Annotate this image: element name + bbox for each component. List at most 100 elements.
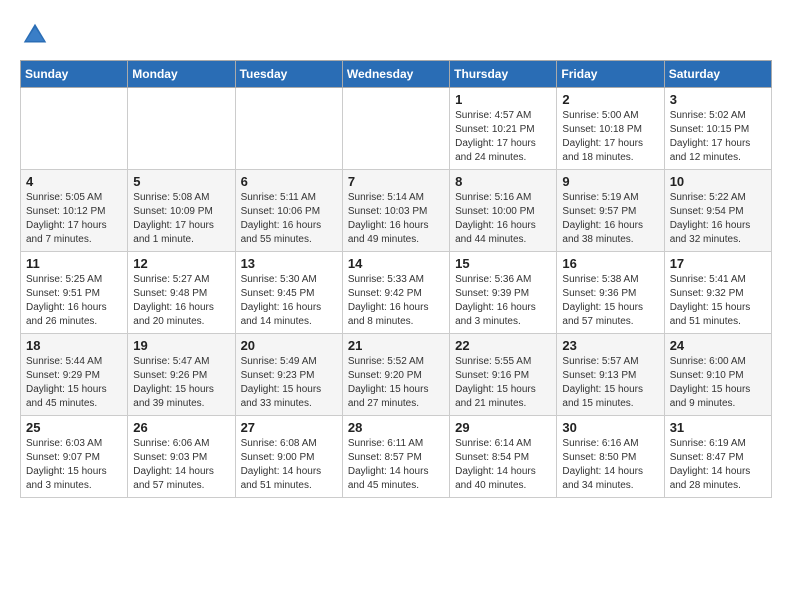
calendar-cell: 4 Sunrise: 5:05 AM Sunset: 10:12 PM Dayli… <box>21 170 128 252</box>
weekday-header-thursday: Thursday <box>450 61 557 88</box>
day-number: 25 <box>26 420 122 435</box>
day-info: Sunrise: 5:30 AM Sunset: 9:45 PM Dayligh… <box>241 273 337 329</box>
calendar-cell: 25 Sunrise: 6:03 AM Sunset: 9:07 PM Dayli… <box>21 416 128 498</box>
calendar-cell: 18Sunrise: 5:44 AM Sunset: 9:29 PM Dayli… <box>21 334 128 416</box>
calendar-cell: 21Sunrise: 5:52 AM Sunset: 9:20 PM Dayli… <box>342 334 449 416</box>
calendar-week-2: 11Sunrise: 5:25 AM Sunset: 9:51 PM Dayli… <box>21 252 772 334</box>
weekday-header-tuesday: Tuesday <box>235 61 342 88</box>
calendar-cell: 11Sunrise: 5:25 AM Sunset: 9:51 PM Dayli… <box>21 252 128 334</box>
calendar-cell: 20 Sunrise: 5:49 AM Sunset: 9:23 PM Dayli… <box>235 334 342 416</box>
day-number: 29 <box>455 420 551 435</box>
weekday-header-sunday: Sunday <box>21 61 128 88</box>
weekday-header-friday: Friday <box>557 61 664 88</box>
day-number: 21 <box>348 338 444 353</box>
day-info: Sunrise: 5:36 AM Sunset: 9:39 PM Dayligh… <box>455 273 551 329</box>
day-info: Sunrise: 5:47 AM Sunset: 9:26 PM Dayligh… <box>133 355 229 411</box>
logo-icon <box>20 20 50 50</box>
calendar-cell: 19Sunrise: 5:47 AM Sunset: 9:26 PM Dayli… <box>128 334 235 416</box>
day-number: 6 <box>241 174 337 189</box>
day-number: 12 <box>133 256 229 271</box>
day-info: Sunrise: 5:00 AM Sunset: 10:18 PM Daylig… <box>562 109 658 165</box>
day-info: Sunrise: 5:44 AM Sunset: 9:29 PM Dayligh… <box>26 355 122 411</box>
day-info: Sunrise: 5:22 AM Sunset: 9:54 PM Dayligh… <box>670 191 766 247</box>
day-info: Sunrise: 6:11 AM Sunset: 8:57 PM Dayligh… <box>348 437 444 493</box>
day-number: 15 <box>455 256 551 271</box>
calendar-cell: 29Sunrise: 6:14 AM Sunset: 8:54 PM Dayli… <box>450 416 557 498</box>
day-number: 13 <box>241 256 337 271</box>
calendar-cell: 28 Sunrise: 6:11 AM Sunset: 8:57 PM Dayli… <box>342 416 449 498</box>
calendar-cell: 13 Sunrise: 5:30 AM Sunset: 9:45 PM Dayli… <box>235 252 342 334</box>
day-info: Sunrise: 5:02 AM Sunset: 10:15 PM Daylig… <box>670 109 766 165</box>
calendar-cell: 15 Sunrise: 5:36 AM Sunset: 9:39 PM Dayli… <box>450 252 557 334</box>
calendar-cell <box>235 88 342 170</box>
day-info: Sunrise: 5:41 AM Sunset: 9:32 PM Dayligh… <box>670 273 766 329</box>
calendar-cell: 8Sunrise: 5:16 AM Sunset: 10:00 PM Dayli… <box>450 170 557 252</box>
day-info: Sunrise: 5:33 AM Sunset: 9:42 PM Dayligh… <box>348 273 444 329</box>
calendar-cell: 22 Sunrise: 5:55 AM Sunset: 9:16 PM Dayli… <box>450 334 557 416</box>
calendar-week-1: 4 Sunrise: 5:05 AM Sunset: 10:12 PM Dayli… <box>21 170 772 252</box>
calendar-cell: 23 Sunrise: 5:57 AM Sunset: 9:13 PM Dayli… <box>557 334 664 416</box>
day-info: Sunrise: 5:11 AM Sunset: 10:06 PM Daylig… <box>241 191 337 247</box>
day-number: 22 <box>455 338 551 353</box>
day-info: Sunrise: 6:06 AM Sunset: 9:03 PM Dayligh… <box>133 437 229 493</box>
day-info: Sunrise: 6:03 AM Sunset: 9:07 PM Dayligh… <box>26 437 122 493</box>
calendar-cell: 30 Sunrise: 6:16 AM Sunset: 8:50 PM Dayli… <box>557 416 664 498</box>
calendar-cell <box>21 88 128 170</box>
day-number: 4 <box>26 174 122 189</box>
day-info: Sunrise: 6:00 AM Sunset: 9:10 PM Dayligh… <box>670 355 766 411</box>
calendar-week-4: 25 Sunrise: 6:03 AM Sunset: 9:07 PM Dayli… <box>21 416 772 498</box>
day-number: 16 <box>562 256 658 271</box>
day-info: Sunrise: 5:55 AM Sunset: 9:16 PM Dayligh… <box>455 355 551 411</box>
day-info: Sunrise: 6:19 AM Sunset: 8:47 PM Dayligh… <box>670 437 766 493</box>
calendar-cell: 17 Sunrise: 5:41 AM Sunset: 9:32 PM Dayli… <box>664 252 771 334</box>
day-number: 17 <box>670 256 766 271</box>
calendar-table: SundayMondayTuesdayWednesdayThursdayFrid… <box>20 60 772 498</box>
calendar-cell: 10 Sunrise: 5:22 AM Sunset: 9:54 PM Dayli… <box>664 170 771 252</box>
day-number: 14 <box>348 256 444 271</box>
day-number: 26 <box>133 420 229 435</box>
weekday-header-saturday: Saturday <box>664 61 771 88</box>
calendar-cell <box>128 88 235 170</box>
calendar-cell: 16 Sunrise: 5:38 AM Sunset: 9:36 PM Dayli… <box>557 252 664 334</box>
day-number: 10 <box>670 174 766 189</box>
calendar-cell: 2Sunrise: 5:00 AM Sunset: 10:18 PM Dayli… <box>557 88 664 170</box>
calendar-cell: 12Sunrise: 5:27 AM Sunset: 9:48 PM Dayli… <box>128 252 235 334</box>
day-info: Sunrise: 5:49 AM Sunset: 9:23 PM Dayligh… <box>241 355 337 411</box>
day-number: 27 <box>241 420 337 435</box>
page-header <box>20 20 772 50</box>
day-info: Sunrise: 5:08 AM Sunset: 10:09 PM Daylig… <box>133 191 229 247</box>
weekday-header-monday: Monday <box>128 61 235 88</box>
day-info: Sunrise: 6:16 AM Sunset: 8:50 PM Dayligh… <box>562 437 658 493</box>
calendar-week-3: 18Sunrise: 5:44 AM Sunset: 9:29 PM Dayli… <box>21 334 772 416</box>
calendar-cell: 26 Sunrise: 6:06 AM Sunset: 9:03 PM Dayli… <box>128 416 235 498</box>
day-number: 3 <box>670 92 766 107</box>
day-number: 20 <box>241 338 337 353</box>
calendar-cell: 27 Sunrise: 6:08 AM Sunset: 9:00 PM Dayli… <box>235 416 342 498</box>
day-number: 7 <box>348 174 444 189</box>
day-info: Sunrise: 4:57 AM Sunset: 10:21 PM Daylig… <box>455 109 551 165</box>
day-info: Sunrise: 5:38 AM Sunset: 9:36 PM Dayligh… <box>562 273 658 329</box>
day-info: Sunrise: 5:57 AM Sunset: 9:13 PM Dayligh… <box>562 355 658 411</box>
weekday-header-wednesday: Wednesday <box>342 61 449 88</box>
calendar-cell: 5 Sunrise: 5:08 AM Sunset: 10:09 PM Dayli… <box>128 170 235 252</box>
calendar-cell: 1Sunrise: 4:57 AM Sunset: 10:21 PM Dayli… <box>450 88 557 170</box>
day-number: 31 <box>670 420 766 435</box>
calendar-cell: 7 Sunrise: 5:14 AM Sunset: 10:03 PM Dayli… <box>342 170 449 252</box>
day-info: Sunrise: 5:05 AM Sunset: 10:12 PM Daylig… <box>26 191 122 247</box>
calendar-cell: 9Sunrise: 5:19 AM Sunset: 9:57 PM Daylig… <box>557 170 664 252</box>
day-info: Sunrise: 5:19 AM Sunset: 9:57 PM Dayligh… <box>562 191 658 247</box>
day-number: 24 <box>670 338 766 353</box>
day-number: 8 <box>455 174 551 189</box>
calendar-week-0: 1Sunrise: 4:57 AM Sunset: 10:21 PM Dayli… <box>21 88 772 170</box>
day-number: 23 <box>562 338 658 353</box>
calendar-cell <box>342 88 449 170</box>
day-number: 5 <box>133 174 229 189</box>
day-info: Sunrise: 5:14 AM Sunset: 10:03 PM Daylig… <box>348 191 444 247</box>
day-number: 28 <box>348 420 444 435</box>
day-info: Sunrise: 6:08 AM Sunset: 9:00 PM Dayligh… <box>241 437 337 493</box>
calendar-cell: 14 Sunrise: 5:33 AM Sunset: 9:42 PM Dayli… <box>342 252 449 334</box>
day-number: 30 <box>562 420 658 435</box>
logo <box>20 20 54 50</box>
calendar-cell: 6 Sunrise: 5:11 AM Sunset: 10:06 PM Dayli… <box>235 170 342 252</box>
calendar-cell: 31 Sunrise: 6:19 AM Sunset: 8:47 PM Dayli… <box>664 416 771 498</box>
